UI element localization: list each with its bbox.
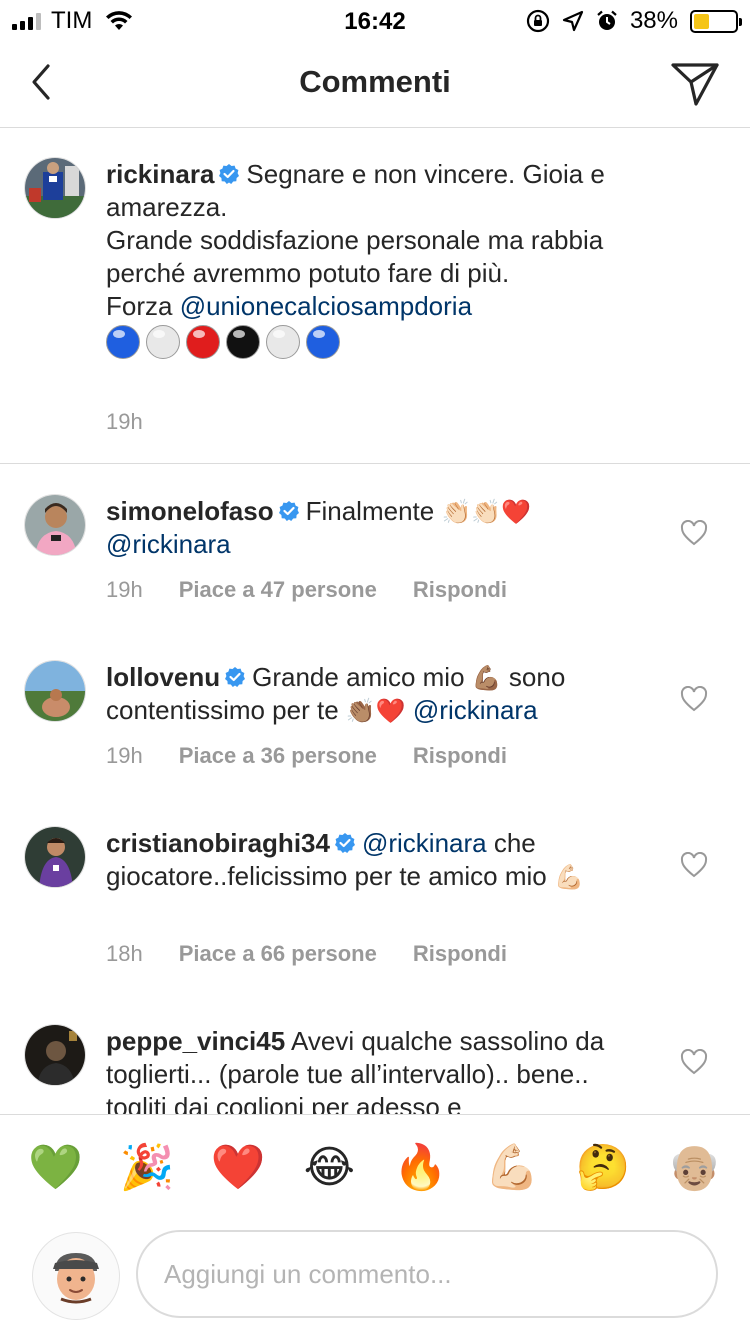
comment-text: simonelofaso Finalmente 👏🏻👏🏻❤️ @rickinara — [106, 495, 666, 561]
comment-meta: 19h Piace a 47 persone Rispondi — [106, 577, 507, 603]
avatar-photo — [25, 661, 85, 721]
reply-button[interactable]: Rispondi — [413, 941, 507, 967]
battery-percent: 38% — [629, 7, 678, 34]
memoji-avatar-icon — [53, 1253, 99, 1304]
verified-badge-icon — [278, 501, 299, 521]
page-title: Commenti — [299, 64, 451, 99]
comment-username[interactable]: lollovenu — [106, 662, 220, 692]
comment-time: 19h — [106, 577, 143, 602]
comment-username[interactable]: peppe_vinci45 — [106, 1026, 285, 1056]
caption-mention[interactable]: @unionecalciosampdoria — [180, 291, 472, 321]
avatar[interactable] — [24, 660, 86, 722]
comment-time: 18h — [106, 941, 143, 966]
caption-text-2: Grande soddisfazione personale ma rabbia… — [106, 225, 604, 288]
muscle-emoji: 💪🏻 — [553, 864, 584, 891]
clap-heart-emoji: 👏🏻👏🏻❤️ — [441, 499, 532, 526]
caption-text-3: Forza — [106, 291, 180, 321]
clap-heart-emoji: 👏🏽❤️ — [345, 698, 406, 725]
caption-emoji-row — [106, 325, 646, 359]
caption-line-1: rickinara Segnare e non vincere. Gioia e … — [106, 158, 646, 224]
verified-badge-icon — [225, 667, 246, 687]
comment-time: 19h — [106, 743, 143, 768]
comment-username[interactable]: simonelofaso — [106, 496, 274, 526]
avatar-photo — [25, 158, 85, 218]
caption-username[interactable]: rickinara — [106, 159, 214, 189]
comment-mention[interactable]: @rickinara — [106, 529, 231, 559]
caption-line-3: Forza @unionecalciosampdoria — [106, 290, 646, 323]
reply-button[interactable]: Rispondi — [413, 577, 507, 603]
likes-count[interactable]: Piace a 66 persone — [179, 941, 377, 967]
comments-list[interactable]: rickinara Segnare e non vincere. Gioia e … — [0, 129, 750, 1114]
comment-username[interactable]: cristianobiraghi34 — [106, 828, 330, 858]
comment-text: lollovenu Grande amico mio 💪🏽 sono conten… — [106, 661, 666, 727]
circle-emoji-4 — [266, 325, 300, 359]
likes-count[interactable]: Piace a 47 persone — [179, 577, 377, 603]
emoji-button-4[interactable]: 🔥 — [391, 1138, 451, 1198]
comment-mention[interactable]: @rickinara — [413, 695, 538, 725]
avatar[interactable] — [24, 1024, 86, 1086]
my-avatar — [32, 1232, 120, 1320]
status-right: 38% — [526, 6, 742, 36]
reply-button[interactable]: Rispondi — [413, 743, 507, 769]
verified-badge-icon — [219, 164, 240, 184]
avatar-photo — [25, 1025, 85, 1085]
circle-emoji-5 — [306, 325, 340, 359]
heart-icon[interactable] — [680, 1049, 708, 1075]
comment-body: Grande amico mio — [252, 662, 472, 692]
comment-meta: 19h Piace a 36 persone Rispondi — [106, 743, 507, 769]
emoji-button-1[interactable]: 🎉 — [117, 1138, 177, 1198]
emoji-button-2[interactable]: ❤️ — [208, 1138, 268, 1198]
comment-composer — [0, 1220, 750, 1334]
comment-meta: 18h Piace a 66 persone Rispondi — [106, 941, 507, 967]
heart-icon[interactable] — [680, 520, 708, 546]
emoji-button-3[interactable]: 😂 — [299, 1138, 359, 1198]
emoji-button-7[interactable]: 👴🏼 — [664, 1138, 724, 1198]
avatar-photo — [25, 495, 85, 555]
verified-badge-icon — [334, 833, 355, 853]
caption-text: rickinara Segnare e non vincere. Gioia e … — [106, 158, 646, 359]
avatar[interactable] — [24, 157, 86, 219]
battery-level — [694, 13, 710, 29]
comment-input[interactable] — [136, 1230, 718, 1318]
location-icon — [562, 10, 584, 32]
circle-emoji-0 — [106, 325, 140, 359]
alarm-icon — [597, 10, 617, 30]
status-bar: TIM 16:42 38% — [0, 0, 750, 40]
heart-icon[interactable] — [680, 686, 708, 712]
post-caption: rickinara Segnare e non vincere. Gioia e … — [0, 129, 750, 464]
comment-text: cristianobiraghi34 @rickinara che giocato… — [106, 827, 646, 893]
direct-send-button[interactable] — [670, 60, 720, 108]
avatar-photo — [25, 827, 85, 887]
avatar[interactable] — [24, 826, 86, 888]
emoji-button-0[interactable]: 💚 — [26, 1138, 86, 1198]
comment-body: Finalmente — [305, 496, 442, 526]
rotation-lock-icon — [526, 9, 550, 33]
comment-mention[interactable]: @rickinara — [362, 828, 487, 858]
circle-emoji-3 — [226, 325, 260, 359]
circle-emoji-2 — [186, 325, 220, 359]
direct-send-icon — [671, 63, 719, 106]
likes-count[interactable]: Piace a 36 persone — [179, 743, 377, 769]
caption-time: 19h — [106, 409, 143, 434]
nav-bar: Commenti — [0, 40, 750, 128]
emoji-button-6[interactable]: 🤔 — [573, 1138, 633, 1198]
heart-icon[interactable] — [680, 852, 708, 878]
battery-icon — [690, 9, 742, 33]
comment-text: peppe_vinci45 Avevi qualche sassolino da… — [106, 1025, 646, 1114]
avatar[interactable] — [24, 494, 86, 556]
emoji-button-5[interactable]: 💪🏻 — [482, 1138, 542, 1198]
circle-emoji-1 — [146, 325, 180, 359]
emoji-quick-bar: 💚 🎉 ❤️ 😂 🔥 💪🏻 🤔 👴🏼 — [0, 1114, 750, 1220]
muscle-emoji: 💪🏽 — [471, 665, 502, 692]
